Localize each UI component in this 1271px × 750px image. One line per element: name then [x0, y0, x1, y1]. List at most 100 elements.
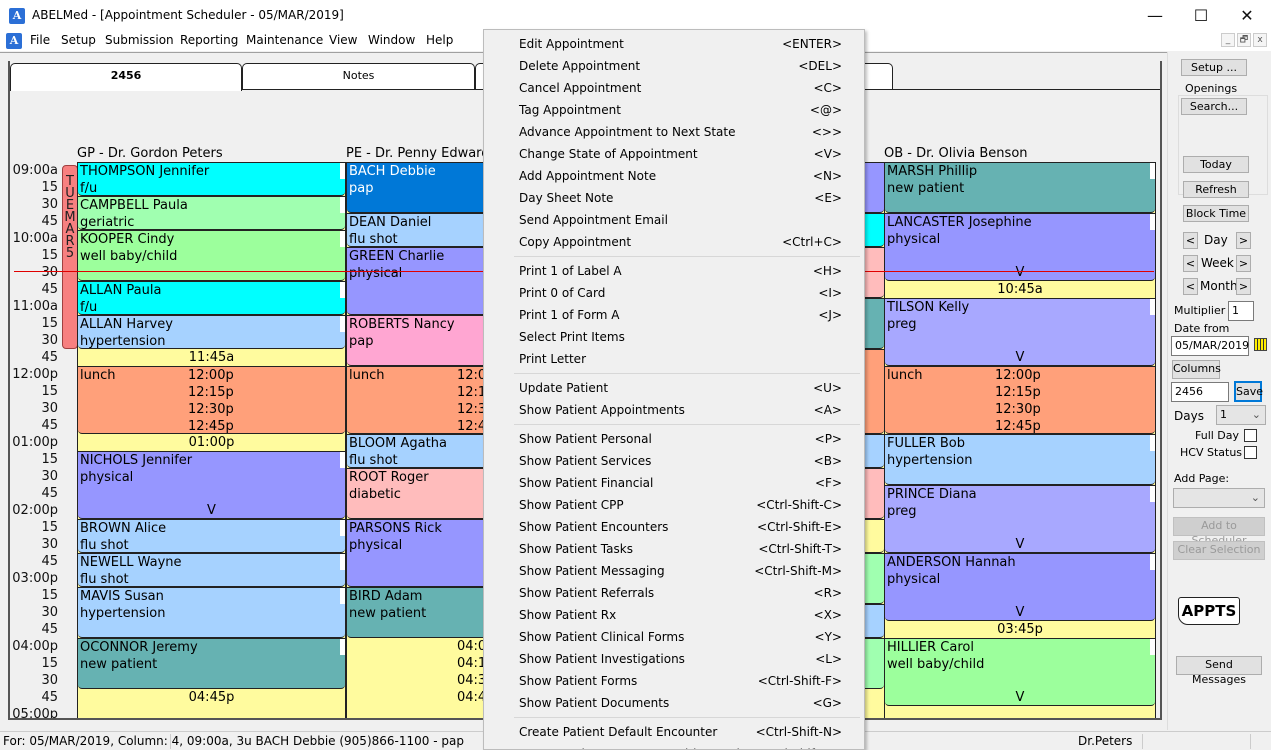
- multiplier-input[interactable]: 1: [1228, 301, 1254, 321]
- context-menu-item[interactable]: Show Patient Clinical Forms <Y>: [486, 626, 862, 648]
- context-menu-item[interactable]: Print 0 of Card <I>: [486, 282, 862, 304]
- context-menu-item[interactable]: Day Sheet Note <E>: [486, 187, 862, 209]
- context-menu-item[interactable]: Show Patient Tasks <Ctrl-Shift-T>: [486, 538, 862, 560]
- next-day-button[interactable]: >: [1236, 232, 1251, 249]
- column-ob[interactable]: MARSH Phillip new patient LANCASTER Joseph…: [884, 162, 1156, 718]
- appointment-block[interactable]: PRINCE Diana preg V: [885, 485, 1155, 553]
- lunch-block[interactable]: lunch 12:00p 12:15p 12:30p 12:45p: [78, 366, 345, 434]
- maximize-button[interactable]: ☐: [1178, 0, 1224, 31]
- add-page-select[interactable]: ⌄: [1173, 488, 1265, 508]
- context-menu-item[interactable]: Show Patient Referrals <R>: [486, 582, 862, 604]
- clear-selection-button[interactable]: Clear Selection: [1173, 541, 1265, 560]
- context-menu-item[interactable]: Select Print Items: [486, 326, 862, 348]
- appointment-block[interactable]: CAMPBELL Paula geriatric: [78, 196, 345, 230]
- context-menu-item[interactable]: Print 1 of Form A <J>: [486, 304, 862, 326]
- open-slot-label[interactable]: 03:45p: [885, 621, 1155, 638]
- context-menu-item[interactable]: Show Patient Forms <Ctrl-Shift-F>: [486, 670, 862, 692]
- appointment-block[interactable]: OCONNOR Jeremy new patient: [78, 638, 345, 689]
- prev-month-button[interactable]: <: [1183, 278, 1198, 295]
- menu-help[interactable]: Help: [426, 33, 453, 47]
- patient-name: FULLER Bob: [887, 436, 965, 451]
- menu-file[interactable]: File: [30, 33, 50, 47]
- today-button[interactable]: Today: [1183, 156, 1249, 173]
- context-menu-item[interactable]: Add Appointment Note <N>: [486, 165, 862, 187]
- next-week-button[interactable]: >: [1236, 255, 1251, 272]
- context-menu-item[interactable]: Show Patient Rx <X>: [486, 604, 862, 626]
- context-menu-item[interactable]: Show Patient Financial <F>: [486, 472, 862, 494]
- context-menu-item[interactable]: Show Patient Encounters <Ctrl-Shift-E>: [486, 516, 862, 538]
- appointment-block[interactable]: ALLAN Harvey hypertension: [78, 315, 345, 349]
- setup-button[interactable]: Setup ...: [1181, 59, 1247, 76]
- context-menu-item[interactable]: Show Patient Messaging <Ctrl-Shift-M>: [486, 560, 862, 582]
- context-menu-item[interactable]: Show Patient Services <B>: [486, 450, 862, 472]
- context-menu-item[interactable]: Create Patient Default Encounter <Ctrl-Sh…: [486, 721, 862, 743]
- menu-reporting[interactable]: Reporting: [180, 33, 238, 47]
- menu-view[interactable]: View: [329, 33, 357, 47]
- columns-button[interactable]: Columns: [1172, 360, 1221, 379]
- open-slot-label[interactable]: 01:00p: [78, 434, 345, 451]
- columns-input[interactable]: 2456: [1171, 382, 1229, 402]
- mdi-minimize-button[interactable]: _: [1221, 33, 1235, 47]
- calendar-icon[interactable]: [1254, 338, 1267, 351]
- mdi-app-icon[interactable]: A: [6, 33, 22, 49]
- context-menu-item[interactable]: Show Patient CPP <Ctrl-Shift-C>: [486, 494, 862, 516]
- add-to-scheduler-button[interactable]: Add to Scheduler: [1173, 517, 1265, 547]
- open-slot-label[interactable]: 04:45p: [78, 689, 345, 706]
- mdi-restore-button[interactable]: 🗗: [1237, 33, 1251, 47]
- refresh-button[interactable]: Refresh: [1183, 181, 1249, 198]
- context-menu-item[interactable]: Change State of Appointment <V>: [486, 143, 862, 165]
- hcv-status-checkbox[interactable]: [1244, 446, 1257, 459]
- save-columns-button[interactable]: Save: [1234, 381, 1263, 402]
- appointment-block[interactable]: HILLIER Carol well baby/child V: [885, 638, 1155, 706]
- context-menu-item[interactable]: Advance Appointment to Next State <>>: [486, 121, 862, 143]
- close-button[interactable]: ✕: [1224, 0, 1270, 31]
- context-menu-item[interactable]: Copy Appointment <Ctrl+C>: [486, 231, 862, 253]
- prev-week-button[interactable]: <: [1183, 255, 1198, 272]
- open-slot-label[interactable]: 10:45a: [885, 281, 1155, 298]
- context-menu-item[interactable]: Show Patient Investigations <L>: [486, 648, 862, 670]
- menu-setup[interactable]: Setup: [61, 33, 96, 47]
- open-slot-label[interactable]: 11:45a: [78, 349, 345, 366]
- menu-maintenance[interactable]: Maintenance: [246, 33, 323, 47]
- column-gp[interactable]: THOMPSON Jennifer f/u CAMPBELL Paula geriat…: [77, 162, 346, 718]
- minimize-button[interactable]: —: [1132, 0, 1178, 31]
- full-day-checkbox[interactable]: [1244, 429, 1257, 442]
- menu-window[interactable]: Window: [368, 33, 415, 47]
- block-time-button[interactable]: Block Time: [1183, 205, 1249, 222]
- next-month-button[interactable]: >: [1236, 278, 1251, 295]
- appointment-block[interactable]: MAVIS Susan hypertension: [78, 587, 345, 638]
- context-menu-item[interactable]: Update Patient <U>: [486, 377, 862, 399]
- date-from-input[interactable]: 05/MAR/2019: [1171, 336, 1249, 356]
- appointment-block[interactable]: FULLER Bob hypertension: [885, 434, 1155, 485]
- appts-tag-icon[interactable]: APPTS: [1178, 597, 1240, 625]
- search-openings-button[interactable]: Search...: [1181, 98, 1247, 115]
- appointment-block[interactable]: BROWN Alice flu shot: [78, 519, 345, 553]
- context-menu-item[interactable]: Tag Appointment <@>: [486, 99, 862, 121]
- context-menu-item[interactable]: Cancel Appointment <C>: [486, 77, 862, 99]
- context-menu-item[interactable]: Edit Appointment <ENTER>: [486, 33, 862, 55]
- appointment-block[interactable]: THOMPSON Jennifer f/u: [78, 162, 345, 196]
- context-menu-item[interactable]: Print 1 of Label A <H>: [486, 260, 862, 282]
- context-menu-item[interactable]: Print Letter: [486, 348, 862, 370]
- menu-submission[interactable]: Submission: [105, 33, 174, 47]
- tab-2456[interactable]: 2456: [10, 63, 242, 91]
- prev-day-button[interactable]: <: [1183, 232, 1198, 249]
- appointment-block[interactable]: TILSON Kelly preg V: [885, 298, 1155, 366]
- context-menu-item[interactable]: Create Patient Encounter With Template<C…: [486, 743, 862, 749]
- appointment-block[interactable]: MARSH Phillip new patient: [885, 162, 1155, 213]
- appointment-block[interactable]: NEWELL Wayne flu shot: [78, 553, 345, 587]
- appointment-block[interactable]: ALLAN Paula f/u: [78, 281, 345, 315]
- context-menu-item[interactable]: Show Patient Personal <P>: [486, 428, 862, 450]
- mdi-close-button[interactable]: x: [1253, 33, 1267, 47]
- appointment-block[interactable]: KOOPER Cindy well baby/child: [78, 230, 345, 281]
- appointment-block[interactable]: NICHOLS Jennifer physical V: [78, 451, 345, 519]
- context-menu-item[interactable]: Show Patient Documents <G>: [486, 692, 862, 714]
- appointment-block[interactable]: ANDERSON Hannah physical V: [885, 553, 1155, 621]
- context-menu-item[interactable]: Show Patient Appointments <A>: [486, 399, 862, 421]
- context-menu-item[interactable]: Delete Appointment <DEL>: [486, 55, 862, 77]
- context-menu-item[interactable]: Send Appointment Email: [486, 209, 862, 231]
- lunch-block[interactable]: lunch 12:00p 12:15p 12:30p 12:45p: [885, 366, 1155, 434]
- send-messages-button[interactable]: Send Messages: [1176, 656, 1262, 686]
- days-select[interactable]: 1 ⌄: [1216, 405, 1266, 425]
- tab-notes[interactable]: Notes: [242, 63, 475, 89]
